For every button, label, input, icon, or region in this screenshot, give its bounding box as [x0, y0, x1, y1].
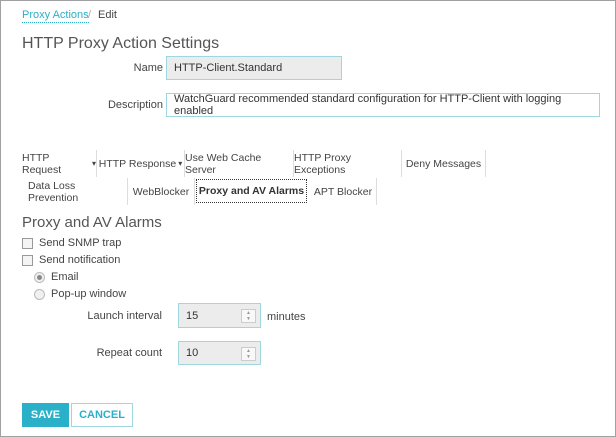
email-radio-row[interactable]: Email: [34, 271, 79, 283]
email-label: Email: [51, 271, 79, 283]
send-notification-checkbox[interactable]: [22, 254, 33, 266]
name-label: Name: [133, 62, 163, 74]
tab-label: HTTP Response: [98, 157, 177, 170]
chevron-down-icon: ▾: [178, 159, 183, 168]
breadcrumb-separator: /: [88, 9, 92, 21]
launch-interval-input[interactable]: 15 ▲ ▼: [178, 303, 261, 328]
tab-label: HTTP Request: [22, 151, 62, 176]
page-title: HTTP Proxy Action Settings: [22, 35, 220, 52]
tab-apt-blocker[interactable]: APT Blocker: [310, 178, 377, 205]
tab-use-web-cache-server[interactable]: Use Web Cache Server: [185, 150, 294, 177]
description-input[interactable]: WatchGuard recommended standard configur…: [166, 93, 600, 117]
launch-interval-label: Launch interval: [87, 310, 162, 322]
tab-data-loss-prevention[interactable]: Data Loss Prevention: [28, 178, 128, 205]
minutes-unit: minutes: [267, 311, 306, 323]
repeat-count-input[interactable]: 10 ▲ ▼: [178, 341, 261, 365]
breadcrumb-current: Edit: [98, 9, 117, 21]
chevron-down-icon: ▾: [91, 159, 96, 168]
send-snmp-trap-row[interactable]: Send SNMP trap: [22, 237, 121, 249]
section-title: Proxy and AV Alarms: [22, 214, 162, 231]
repeat-count-label: Repeat count: [96, 347, 162, 359]
cancel-button[interactable]: CANCEL: [71, 403, 133, 427]
popup-radio-row[interactable]: Pop-up window: [34, 288, 126, 300]
launch-interval-value: 15: [186, 309, 199, 322]
send-snmp-trap-label: Send SNMP trap: [39, 237, 122, 249]
repeat-count-value: 10: [186, 347, 199, 359]
email-radio[interactable]: [34, 271, 45, 283]
send-notification-row[interactable]: Send notification: [22, 254, 120, 266]
tab-proxy-and-av-alarms[interactable]: Proxy and AV Alarms: [196, 179, 307, 203]
tab-webblocker[interactable]: WebBlocker: [128, 178, 195, 205]
popup-window-label: Pop-up window: [51, 288, 127, 300]
spinner-arrows-icon[interactable]: ▲ ▼: [241, 347, 256, 361]
send-snmp-trap-checkbox[interactable]: [22, 237, 33, 249]
breadcrumb-proxy-actions-link[interactable]: Proxy Actions: [22, 9, 89, 23]
tab-http-proxy-exceptions[interactable]: HTTP Proxy Exceptions: [294, 150, 402, 177]
name-input[interactable]: HTTP-Client.Standard: [166, 56, 342, 80]
save-button[interactable]: SAVE: [22, 403, 69, 427]
tab-http-request[interactable]: HTTP Request ▾: [22, 150, 97, 177]
tab-http-response[interactable]: HTTP Response ▾: [97, 150, 185, 177]
popup-window-radio[interactable]: [34, 288, 45, 300]
tab-deny-messages[interactable]: Deny Messages: [402, 150, 486, 177]
spinner-arrows-icon[interactable]: ▲ ▼: [241, 309, 256, 323]
send-notification-label: Send notification: [39, 254, 121, 266]
description-label: Description: [107, 99, 163, 111]
